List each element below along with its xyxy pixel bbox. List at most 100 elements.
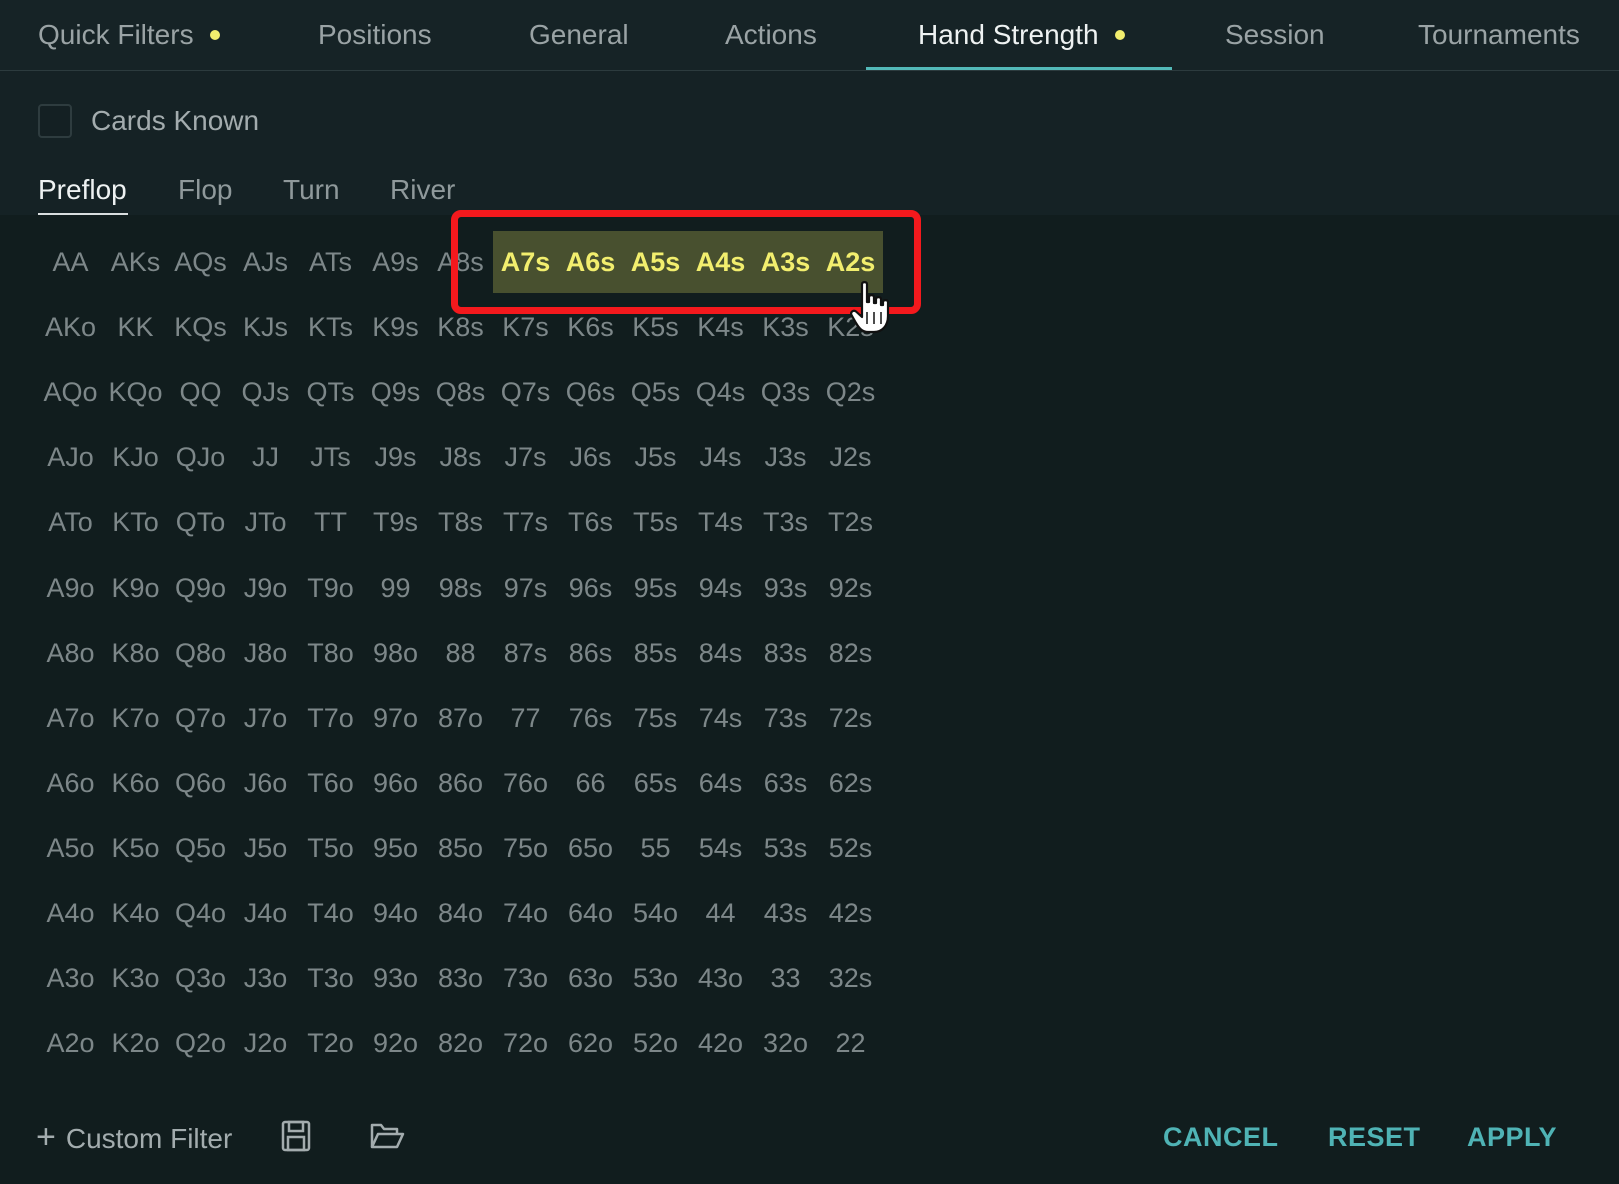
hand-cell[interactable]: J4s <box>688 426 753 488</box>
hand-cell[interactable]: Q9o <box>168 557 233 619</box>
hand-cell[interactable]: Q2s <box>818 361 883 423</box>
hand-cell[interactable]: A6o <box>38 752 103 814</box>
hand-cell[interactable]: 64o <box>558 882 623 944</box>
hand-cell[interactable]: 86s <box>558 622 623 684</box>
hand-cell[interactable]: 87s <box>493 622 558 684</box>
hand-cell[interactable]: 44 <box>688 882 753 944</box>
cancel-button[interactable]: CANCEL <box>1163 1115 1279 1159</box>
hand-cell[interactable]: K9s <box>363 296 428 358</box>
hand-cell[interactable]: K4o <box>103 882 168 944</box>
hand-cell[interactable]: Q6o <box>168 752 233 814</box>
hand-cell[interactable]: 94o <box>363 882 428 944</box>
hand-cell[interactable]: KTs <box>298 296 363 358</box>
hand-cell[interactable]: Q4s <box>688 361 753 423</box>
hand-cell[interactable]: A8s <box>428 231 493 293</box>
hand-cell[interactable]: 32s <box>818 947 883 1009</box>
hand-cell[interactable]: K7o <box>103 687 168 749</box>
hand-cell[interactable]: Q2o <box>168 1012 233 1074</box>
hand-cell[interactable]: KQo <box>103 361 168 423</box>
hand-cell[interactable]: 65o <box>558 817 623 879</box>
tab-tournaments[interactable]: Tournaments <box>1418 0 1580 70</box>
hand-cell[interactable]: Q6s <box>558 361 623 423</box>
hand-cell[interactable]: 65s <box>623 752 688 814</box>
hand-cell[interactable]: A8o <box>38 622 103 684</box>
hand-cell[interactable]: Q8o <box>168 622 233 684</box>
hand-cell[interactable]: QJs <box>233 361 298 423</box>
apply-button[interactable]: APPLY <box>1467 1115 1557 1159</box>
hand-cell[interactable]: 75s <box>623 687 688 749</box>
hand-cell[interactable]: KTo <box>103 491 168 553</box>
hand-cell[interactable]: 54o <box>623 882 688 944</box>
hand-cell[interactable]: J2o <box>233 1012 298 1074</box>
hand-cell[interactable]: K8o <box>103 622 168 684</box>
hand-cell[interactable]: 76s <box>558 687 623 749</box>
hand-cell[interactable]: 63s <box>753 752 818 814</box>
hand-cell[interactable]: 98o <box>363 622 428 684</box>
hand-cell[interactable]: 73o <box>493 947 558 1009</box>
hand-cell[interactable]: 87o <box>428 687 493 749</box>
hand-cell[interactable]: KJo <box>103 426 168 488</box>
hand-cell[interactable]: T2s <box>818 491 883 553</box>
hand-cell[interactable]: T2o <box>298 1012 363 1074</box>
hand-cell[interactable]: T6o <box>298 752 363 814</box>
hand-cell[interactable]: J3s <box>753 426 818 488</box>
hand-cell[interactable]: 85s <box>623 622 688 684</box>
hand-cell[interactable]: T9o <box>298 557 363 619</box>
hand-cell[interactable]: A6s <box>558 231 623 293</box>
custom-filter-button[interactable]: + Custom Filter <box>36 1115 232 1159</box>
hand-cell[interactable]: A3o <box>38 947 103 1009</box>
hand-cell[interactable]: J3o <box>233 947 298 1009</box>
hand-cell[interactable]: 22 <box>818 1012 883 1074</box>
hand-cell[interactable]: Q3o <box>168 947 233 1009</box>
hand-cell[interactable]: J8s <box>428 426 493 488</box>
hand-cell[interactable]: J6s <box>558 426 623 488</box>
hand-cell[interactable]: 55 <box>623 817 688 879</box>
street-tab-preflop[interactable]: Preflop <box>38 170 127 210</box>
hand-cell[interactable]: 72s <box>818 687 883 749</box>
hand-cell[interactable]: T5o <box>298 817 363 879</box>
hand-cell[interactable]: J2s <box>818 426 883 488</box>
hand-cell[interactable]: A7s <box>493 231 558 293</box>
hand-cell[interactable]: 84o <box>428 882 493 944</box>
hand-cell[interactable]: K9o <box>103 557 168 619</box>
hand-cell[interactable]: K6o <box>103 752 168 814</box>
hand-cell[interactable]: 93o <box>363 947 428 1009</box>
folder-open-icon[interactable] <box>369 1119 405 1153</box>
hand-cell[interactable]: 77 <box>493 687 558 749</box>
hand-cell[interactable]: 43o <box>688 947 753 1009</box>
hand-cell[interactable]: Q7o <box>168 687 233 749</box>
hand-cell[interactable]: AQs <box>168 231 233 293</box>
hand-cell[interactable]: J8o <box>233 622 298 684</box>
tab-hand-strength[interactable]: Hand Strength <box>918 0 1125 70</box>
hand-cell[interactable]: Q5o <box>168 817 233 879</box>
hand-cell[interactable]: A7o <box>38 687 103 749</box>
hand-cell[interactable]: 96o <box>363 752 428 814</box>
hand-cell[interactable]: Q8s <box>428 361 493 423</box>
hand-cell[interactable]: 95s <box>623 557 688 619</box>
hand-cell[interactable]: 33 <box>753 947 818 1009</box>
hand-cell[interactable]: 95o <box>363 817 428 879</box>
hand-cell[interactable]: 97o <box>363 687 428 749</box>
hand-cell[interactable]: K2o <box>103 1012 168 1074</box>
hand-cell[interactable]: 75o <box>493 817 558 879</box>
hand-cell[interactable]: T6s <box>558 491 623 553</box>
hand-cell[interactable]: K7s <box>493 296 558 358</box>
hand-cell[interactable]: KJs <box>233 296 298 358</box>
hand-cell[interactable]: 85o <box>428 817 493 879</box>
hand-cell[interactable]: A5o <box>38 817 103 879</box>
hand-cell[interactable]: A9o <box>38 557 103 619</box>
hand-cell[interactable]: 64s <box>688 752 753 814</box>
hand-cell[interactable]: 62o <box>558 1012 623 1074</box>
hand-cell[interactable]: 92s <box>818 557 883 619</box>
hand-cell[interactable]: K5o <box>103 817 168 879</box>
hand-cell[interactable]: JJ <box>233 426 298 488</box>
hand-cell[interactable]: Q4o <box>168 882 233 944</box>
hand-cell[interactable]: 88 <box>428 622 493 684</box>
hand-cell[interactable]: A2s <box>818 231 883 293</box>
hand-cell[interactable]: J9s <box>363 426 428 488</box>
hand-cell[interactable]: 63o <box>558 947 623 1009</box>
tab-session[interactable]: Session <box>1225 0 1325 70</box>
hand-cell[interactable]: 62s <box>818 752 883 814</box>
hand-cell[interactable]: Q5s <box>623 361 688 423</box>
hand-cell[interactable]: J6o <box>233 752 298 814</box>
